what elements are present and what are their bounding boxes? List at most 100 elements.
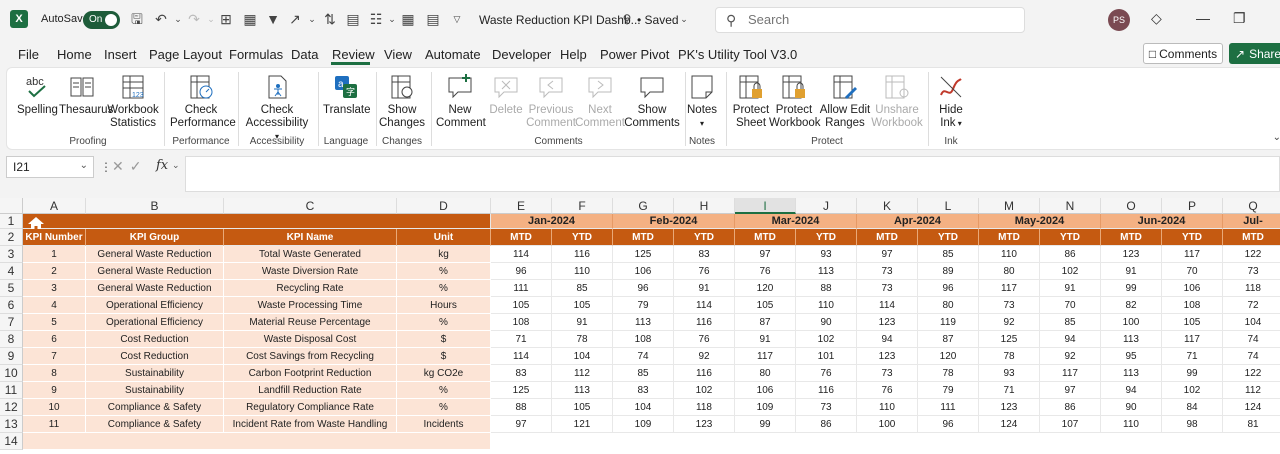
value-cell[interactable]: 94 [857,331,918,348]
kpi-name-cell[interactable]: Landfill Reduction Rate [224,382,397,399]
row-header[interactable]: 11 [0,382,23,399]
kpi-unit-cell[interactable]: % [397,399,491,416]
customize-qat-icon[interactable]: ▽ [449,11,465,27]
column-header[interactable]: G [613,198,674,214]
kpi-group-cell[interactable]: Sustainability [86,365,224,382]
value-cell[interactable]: 100 [857,416,918,433]
value-cell[interactable]: 78 [918,365,979,382]
share-dropdown-icon[interactable]: ⌄ [304,11,320,27]
value-cell[interactable]: 73 [1223,263,1280,280]
restore-icon[interactable]: ❐ [1233,10,1246,27]
value-cell[interactable]: 90 [1101,399,1162,416]
value-cell[interactable]: 90 [796,314,857,331]
kpi-unit-cell[interactable]: % [397,382,491,399]
column-header[interactable]: J [796,198,857,214]
value-cell[interactable]: 105 [735,297,796,314]
value-cell[interactable]: 114 [857,297,918,314]
value-cell[interactable]: 80 [979,263,1040,280]
value-cell[interactable]: 86 [796,416,857,433]
kpi-group-cell[interactable]: Cost Reduction [86,348,224,365]
value-cell[interactable]: 117 [979,280,1040,297]
kpi-number-cell[interactable]: 11 [23,416,86,433]
kpi-unit-cell[interactable]: % [397,314,491,331]
show-changes-button[interactable]: Show Changes [379,73,425,130]
document-title[interactable]: Waste Reduction KPI Dashb... [479,13,641,27]
value-cell[interactable]: 112 [1223,382,1280,399]
value-cell[interactable]: 91 [1040,280,1101,297]
tab-pk-utility-tool[interactable]: PK's Utility Tool V3.0 [678,47,797,62]
value-cell[interactable]: 113 [1101,365,1162,382]
row-header[interactable]: 3 [0,246,23,263]
tab-formulas[interactable]: Formulas [229,47,283,62]
kpi-group-cell[interactable]: Sustainability [86,382,224,399]
value-cell[interactable]: 94 [1101,382,1162,399]
column-header[interactable]: L [918,198,979,214]
value-cell[interactable]: 125 [613,246,674,263]
value-cell[interactable]: 116 [674,314,735,331]
column-header[interactable]: C [224,198,397,214]
tab-developer[interactable]: Developer [492,47,551,62]
kpi-number-cell[interactable]: 10 [23,399,86,416]
undo-dropdown-icon[interactable]: ⌄ [170,11,186,27]
value-cell[interactable]: 117 [1040,365,1101,382]
undo-icon[interactable]: ↶ [153,11,169,27]
tab-power-pivot[interactable]: Power Pivot [600,47,669,62]
hide-ink-button[interactable]: Hide Ink ▾ [933,73,969,130]
value-cell[interactable]: 109 [735,399,796,416]
saved-dropdown-icon[interactable]: ⌄ [676,11,692,27]
value-cell[interactable]: 84 [1162,399,1223,416]
value-cell[interactable]: 80 [735,365,796,382]
tab-automate[interactable]: Automate [425,47,481,62]
redo-dropdown-icon[interactable]: ⌄ [203,11,219,27]
row-header[interactable]: 4 [0,263,23,280]
insert-function-icon[interactable]: fx [156,158,168,173]
row-header[interactable]: 7 [0,314,23,331]
kpi-name-cell[interactable]: Waste Diversion Rate [224,263,397,280]
value-cell[interactable]: 100 [1101,314,1162,331]
value-cell[interactable]: 109 [613,416,674,433]
value-cell[interactable]: 85 [918,246,979,263]
column-header[interactable]: O [1101,198,1162,214]
value-cell[interactable]: 110 [857,399,918,416]
column-header[interactable]: H [674,198,735,214]
value-cell[interactable]: 123 [979,399,1040,416]
kpi-number-cell[interactable]: 4 [23,297,86,314]
value-cell[interactable]: 114 [491,246,552,263]
kpi-group-cell[interactable]: Compliance & Safety [86,399,224,416]
kpi-name-cell[interactable]: Waste Processing Time [224,297,397,314]
protect-sheet-button[interactable]: Protect Sheet [731,73,771,130]
value-cell[interactable]: 106 [735,382,796,399]
value-cell[interactable]: 110 [552,263,613,280]
tab-view[interactable]: View [384,47,412,62]
value-cell[interactable]: 108 [491,314,552,331]
kpi-name-cell[interactable]: Material Reuse Percentage [224,314,397,331]
column-header[interactable]: Q [1223,198,1280,214]
column-header[interactable]: N [1040,198,1101,214]
row-header[interactable]: 6 [0,297,23,314]
check-performance-button[interactable]: Check Performance [170,73,236,130]
value-cell[interactable]: 73 [857,365,918,382]
value-cell[interactable]: 116 [674,365,735,382]
value-cell[interactable]: 88 [491,399,552,416]
value-cell[interactable]: 105 [552,297,613,314]
column-header[interactable]: K [857,198,918,214]
row-header[interactable]: 5 [0,280,23,297]
tab-insert[interactable]: Insert [104,47,137,62]
value-cell[interactable]: 102 [1040,263,1101,280]
allow-edit-ranges-button[interactable]: Allow Edit Ranges [819,73,871,130]
value-cell[interactable]: 111 [918,399,979,416]
row-header[interactable]: 8 [0,331,23,348]
kpi-unit-cell[interactable]: % [397,280,491,297]
value-cell[interactable]: 125 [979,331,1040,348]
value-cell[interactable]: 85 [552,280,613,297]
value-cell[interactable]: 92 [979,314,1040,331]
row-header[interactable]: 14 [0,433,23,450]
value-cell[interactable]: 104 [613,399,674,416]
value-cell[interactable]: 83 [613,382,674,399]
value-cell[interactable]: 70 [1040,297,1101,314]
value-cell[interactable]: 116 [552,246,613,263]
value-cell[interactable]: 118 [674,399,735,416]
notes-button[interactable]: Notes ▾ [687,73,717,130]
value-cell[interactable]: 104 [552,348,613,365]
value-cell[interactable]: 107 [1040,416,1101,433]
